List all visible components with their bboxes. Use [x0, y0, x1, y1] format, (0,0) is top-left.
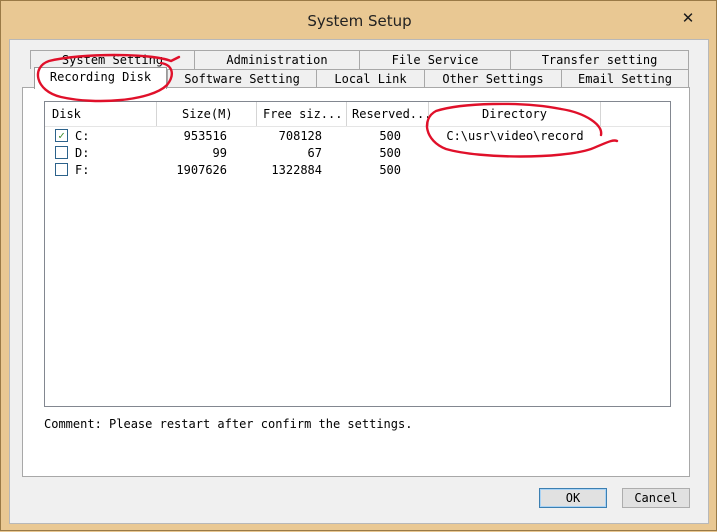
directory-cell: [429, 145, 601, 162]
ok-button[interactable]: OK: [539, 488, 607, 508]
free-cell: 67: [307, 146, 322, 160]
window-title: System Setup: [307, 12, 412, 30]
disk-cell: F:: [75, 163, 90, 177]
disk-checkbox[interactable]: [55, 163, 68, 176]
directory-cell: [429, 162, 601, 179]
reserved-cell: 500: [379, 129, 401, 143]
tab-administration[interactable]: Administration: [194, 50, 360, 69]
table-row[interactable]: D: 99 67 500: [45, 145, 670, 162]
table-row[interactable]: ✓ C: 953516 708128 500 C:\usr\video\reco…: [45, 128, 670, 145]
tab-recording-disk[interactable]: Recording Disk: [34, 67, 167, 89]
size-cell: 1907626: [176, 163, 227, 177]
close-icon: ✕: [681, 9, 695, 27]
close-button[interactable]: ✕: [666, 5, 710, 31]
tab-software-setting[interactable]: Software Setting: [167, 69, 317, 88]
free-cell: 708128: [278, 129, 322, 143]
column-header-free[interactable]: Free siz...: [257, 102, 347, 126]
column-header-disk[interactable]: Disk: [45, 102, 157, 126]
tab-file-service[interactable]: File Service: [359, 50, 511, 69]
column-header-reserved[interactable]: Reserved...: [347, 102, 429, 126]
disk-cell: C:: [75, 129, 90, 143]
disk-list[interactable]: Disk Size(M) Free siz... Reserved... Dir…: [44, 101, 671, 407]
tab-transfer-setting[interactable]: Transfer setting: [510, 50, 689, 69]
directory-cell: C:\usr\video\record: [446, 129, 584, 143]
cancel-button[interactable]: Cancel: [622, 488, 690, 508]
dialog-window: System Setup ✕ System Setting Administra…: [0, 0, 717, 531]
disk-checkbox[interactable]: ✓: [55, 129, 68, 142]
column-header-directory[interactable]: Directory: [429, 102, 601, 126]
reserved-cell: 500: [379, 163, 401, 177]
table-row[interactable]: F: 1907626 1322884 500: [45, 162, 670, 179]
header-divider: [45, 126, 670, 127]
comment-text: Comment: Please restart after confirm th…: [44, 417, 413, 431]
size-cell: 99: [212, 146, 227, 160]
tab-email-setting[interactable]: Email Setting: [561, 69, 689, 88]
check-icon: ✓: [58, 129, 65, 142]
column-header-size[interactable]: Size(M): [157, 102, 257, 126]
disk-cell: D:: [75, 146, 90, 160]
disk-checkbox[interactable]: [55, 146, 68, 159]
tab-local-link[interactable]: Local Link: [316, 69, 425, 88]
reserved-cell: 500: [379, 146, 401, 160]
size-cell: 953516: [183, 129, 227, 143]
tab-other-settings[interactable]: Other Settings: [424, 69, 562, 88]
free-cell: 1322884: [271, 163, 322, 177]
